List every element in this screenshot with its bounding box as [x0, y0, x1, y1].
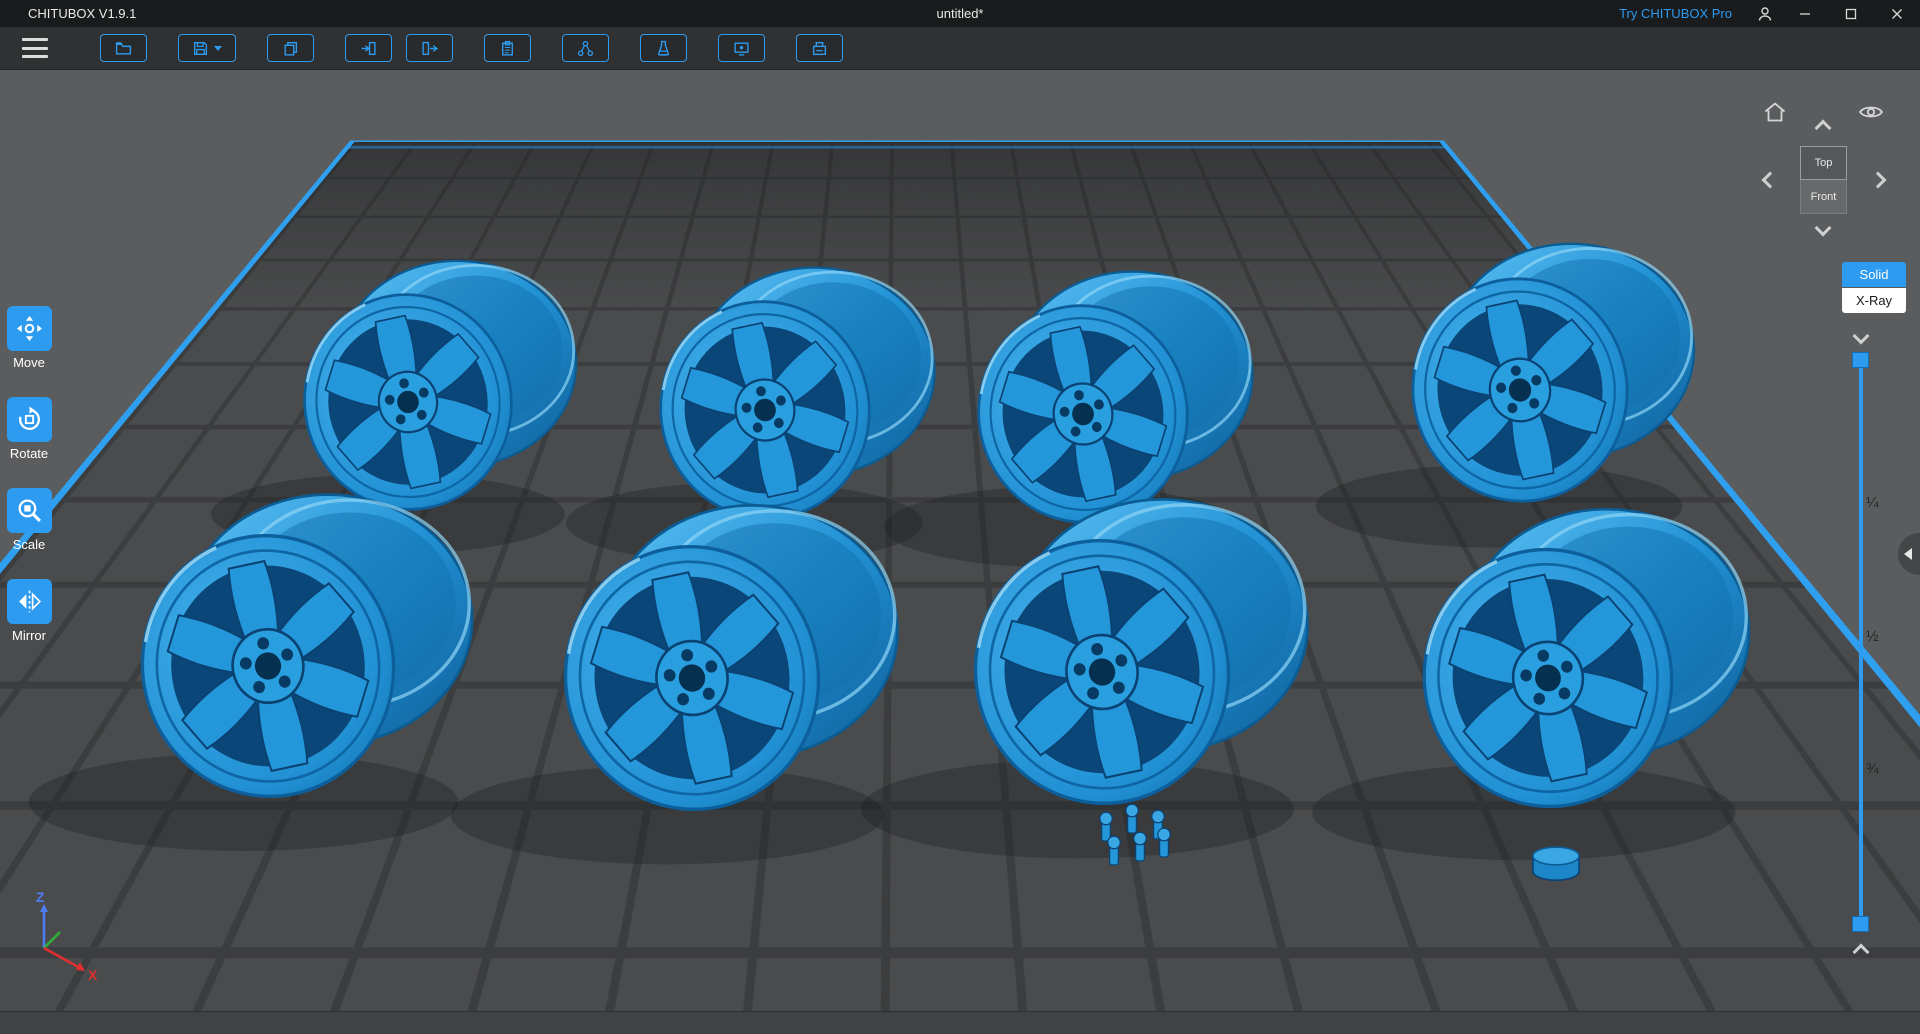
rotate-tool-button[interactable]: Rotate [2, 397, 56, 461]
save-dropdown-icon[interactable] [214, 45, 222, 51]
scale-icon [17, 499, 41, 522]
home-icon [1764, 102, 1786, 122]
printer-button[interactable] [796, 34, 843, 62]
view-cube-front-label: Front [1810, 190, 1837, 203]
move-icon [16, 316, 42, 341]
clipboard-icon [502, 40, 513, 56]
mirror-icon [18, 590, 41, 613]
render-mode-xray-button[interactable]: X-Ray [1842, 288, 1906, 313]
supports-button[interactable] [562, 34, 609, 62]
export-icon [422, 41, 438, 55]
layer-slider-track[interactable] [1859, 358, 1863, 924]
move-tool-button[interactable]: Move [2, 306, 56, 370]
resin-flask-icon [658, 40, 669, 56]
hamburger-menu-icon [22, 55, 48, 58]
try-pro-link[interactable]: Try CHITUBOX Pro [1619, 6, 1732, 21]
scale-tool-button[interactable]: Scale [2, 488, 56, 552]
menu-button[interactable] [22, 38, 48, 58]
scene-models: Z X [0, 70, 1920, 983]
flyout-arrow-icon [1904, 548, 1912, 560]
mirror-tool-label: Mirror [12, 628, 46, 643]
save-button[interactable] [178, 34, 236, 62]
model-cylinder[interactable] [1532, 846, 1580, 882]
scale-tool-label: Scale [12, 537, 46, 552]
import-button[interactable] [345, 34, 392, 62]
close-button[interactable] [1874, 0, 1920, 27]
view-cube-top-label: Top [1814, 157, 1833, 169]
model-wheel-4[interactable] [1316, 244, 1694, 548]
display-button[interactable] [718, 34, 765, 62]
resin-button[interactable] [640, 34, 687, 62]
minimize-icon [1800, 12, 1810, 15]
copy-icon [284, 41, 298, 56]
solid-mode-label: Solid [1859, 267, 1889, 282]
rotate-icon [18, 406, 40, 430]
printer-icon [812, 41, 827, 55]
hamburger-menu-icon [22, 46, 48, 50]
slider-half-label: ½ [1866, 628, 1879, 645]
layer-slider-handle-top[interactable] [1852, 352, 1869, 368]
clipboard-button[interactable] [484, 34, 531, 62]
view-cube-front-face[interactable]: Front [1800, 180, 1847, 214]
open-file-button[interactable] [100, 34, 147, 62]
export-button[interactable] [406, 34, 453, 62]
axis-x-label: X [88, 967, 98, 983]
model-wheel-6[interactable] [451, 505, 898, 864]
maximize-button[interactable] [1828, 0, 1874, 27]
import-icon [361, 41, 376, 55]
copy-button[interactable] [267, 34, 314, 62]
display-icon [734, 41, 749, 56]
axes-gizmo: Z X [36, 889, 98, 983]
model-wheel-8[interactable] [1312, 509, 1749, 860]
hamburger-menu-icon [22, 38, 48, 41]
rotate-tool-label: Rotate [9, 446, 49, 461]
folder-open-icon [115, 41, 132, 55]
transform-tool-panel: Move Rotate Scale Mirror [2, 306, 56, 643]
slider-threequarter-label: ¾ [1866, 760, 1879, 777]
supports-icon [577, 40, 594, 56]
main-toolbar [0, 27, 1920, 70]
close-icon [1892, 8, 1902, 19]
view-cube[interactable]: Top Front [1800, 146, 1847, 214]
mirror-tool-button[interactable]: Mirror [2, 579, 56, 643]
visibility-button[interactable] [1856, 100, 1886, 124]
model-screw[interactable] [1107, 835, 1121, 866]
slider-quarter-label: ¼ [1866, 494, 1879, 511]
model-screw[interactable] [1157, 827, 1171, 858]
eye-icon [1858, 106, 1884, 118]
minimize-button[interactable] [1782, 0, 1828, 27]
maximize-icon [1845, 8, 1857, 19]
axis-z-label: Z [36, 889, 45, 905]
viewport-3d[interactable]: Z X [0, 70, 1920, 1011]
model-screw[interactable] [1125, 803, 1139, 834]
user-account-button[interactable] [1748, 0, 1782, 27]
status-bar [0, 1011, 1920, 1034]
title-bar: CHITUBOX V1.9.1 untitled* Try CHITUBOX P… [0, 0, 1920, 27]
model-wheel-5[interactable] [29, 495, 472, 851]
view-cube-top-face[interactable]: Top [1800, 146, 1847, 180]
app-title: CHITUBOX V1.9.1 [28, 6, 137, 21]
model-screw[interactable] [1133, 831, 1147, 862]
user-icon [1758, 6, 1772, 21]
render-mode-solid-button[interactable]: Solid [1842, 262, 1906, 287]
move-tool-label: Move [13, 355, 45, 370]
save-icon [193, 41, 208, 55]
home-view-button[interactable] [1760, 98, 1790, 126]
layer-slider-handle-bottom[interactable] [1852, 916, 1869, 932]
xray-mode-label: X-Ray [1855, 293, 1893, 308]
